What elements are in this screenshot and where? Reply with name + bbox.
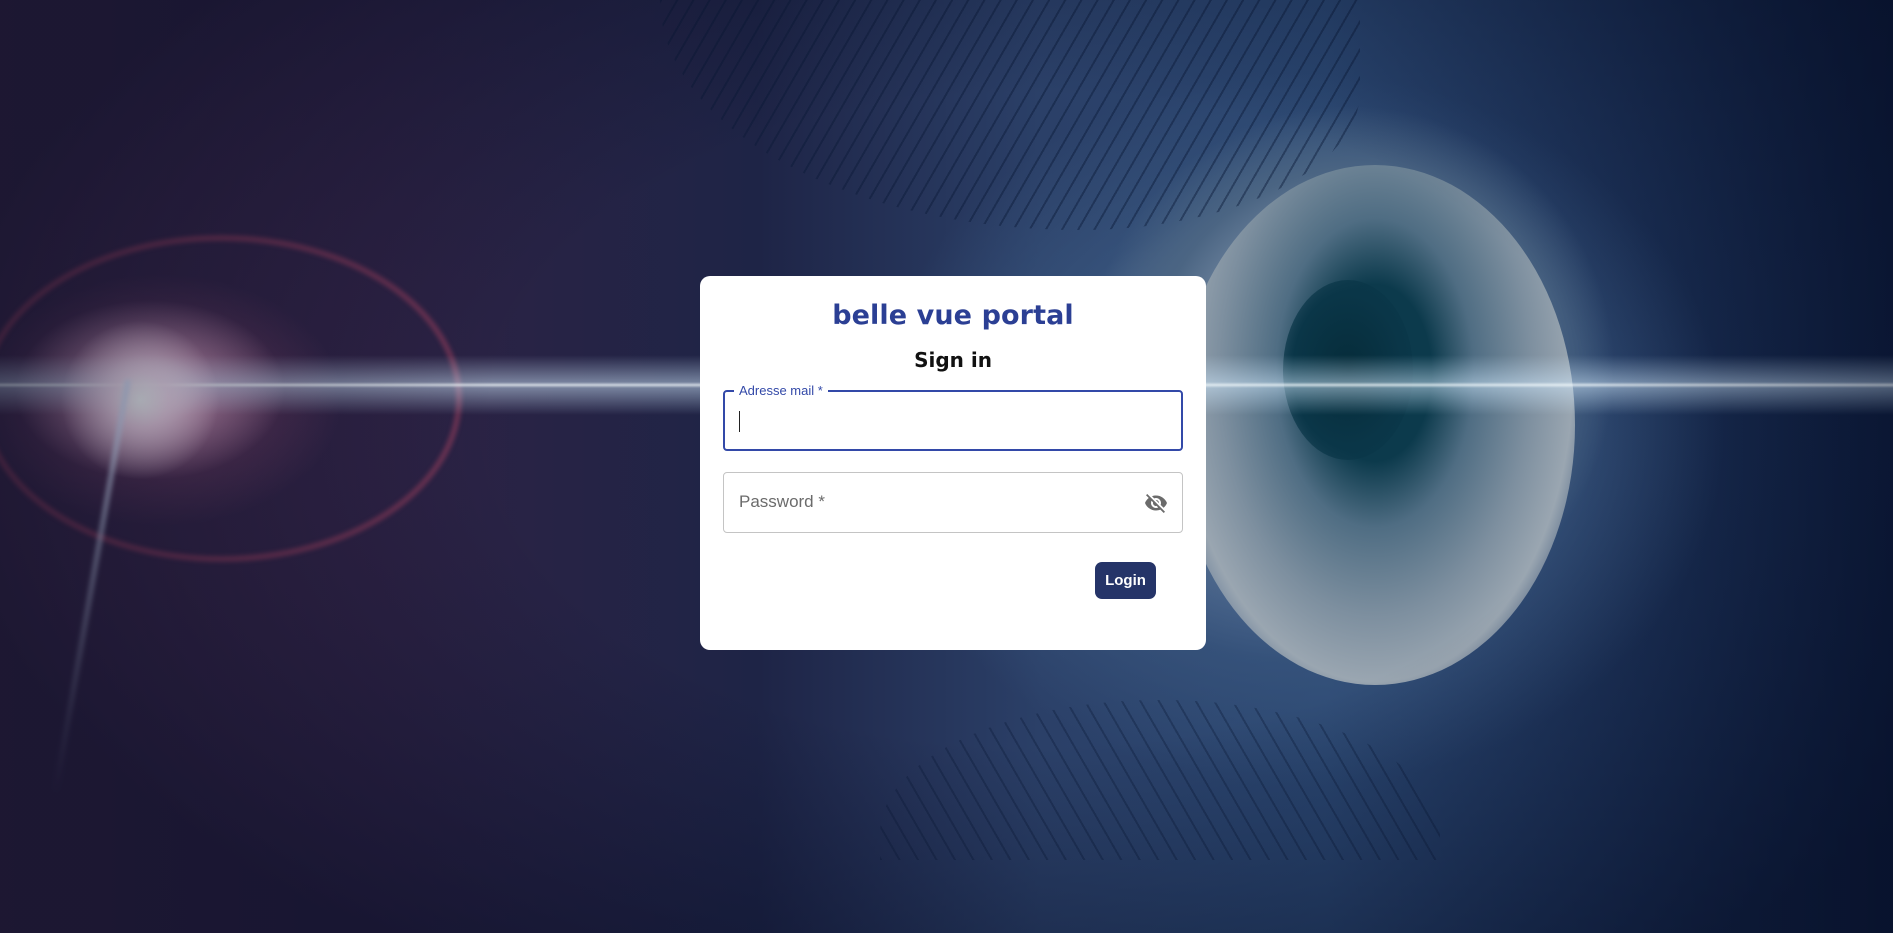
email-field-label: Adresse mail * bbox=[734, 383, 828, 399]
email-input[interactable] bbox=[738, 404, 1138, 438]
text-caret bbox=[739, 411, 740, 432]
portal-title: belle vue portal bbox=[832, 300, 1074, 331]
login-button[interactable]: Login bbox=[1095, 562, 1156, 599]
sign-in-heading: Sign in bbox=[914, 348, 992, 372]
visibility-off-icon[interactable] bbox=[1143, 490, 1169, 516]
password-input[interactable] bbox=[737, 485, 1137, 519]
email-field[interactable]: Adresse mail * bbox=[723, 383, 1183, 451]
login-card: belle vue portal Sign in Adresse mail * … bbox=[700, 276, 1206, 650]
password-field[interactable]: Password * bbox=[723, 472, 1183, 533]
